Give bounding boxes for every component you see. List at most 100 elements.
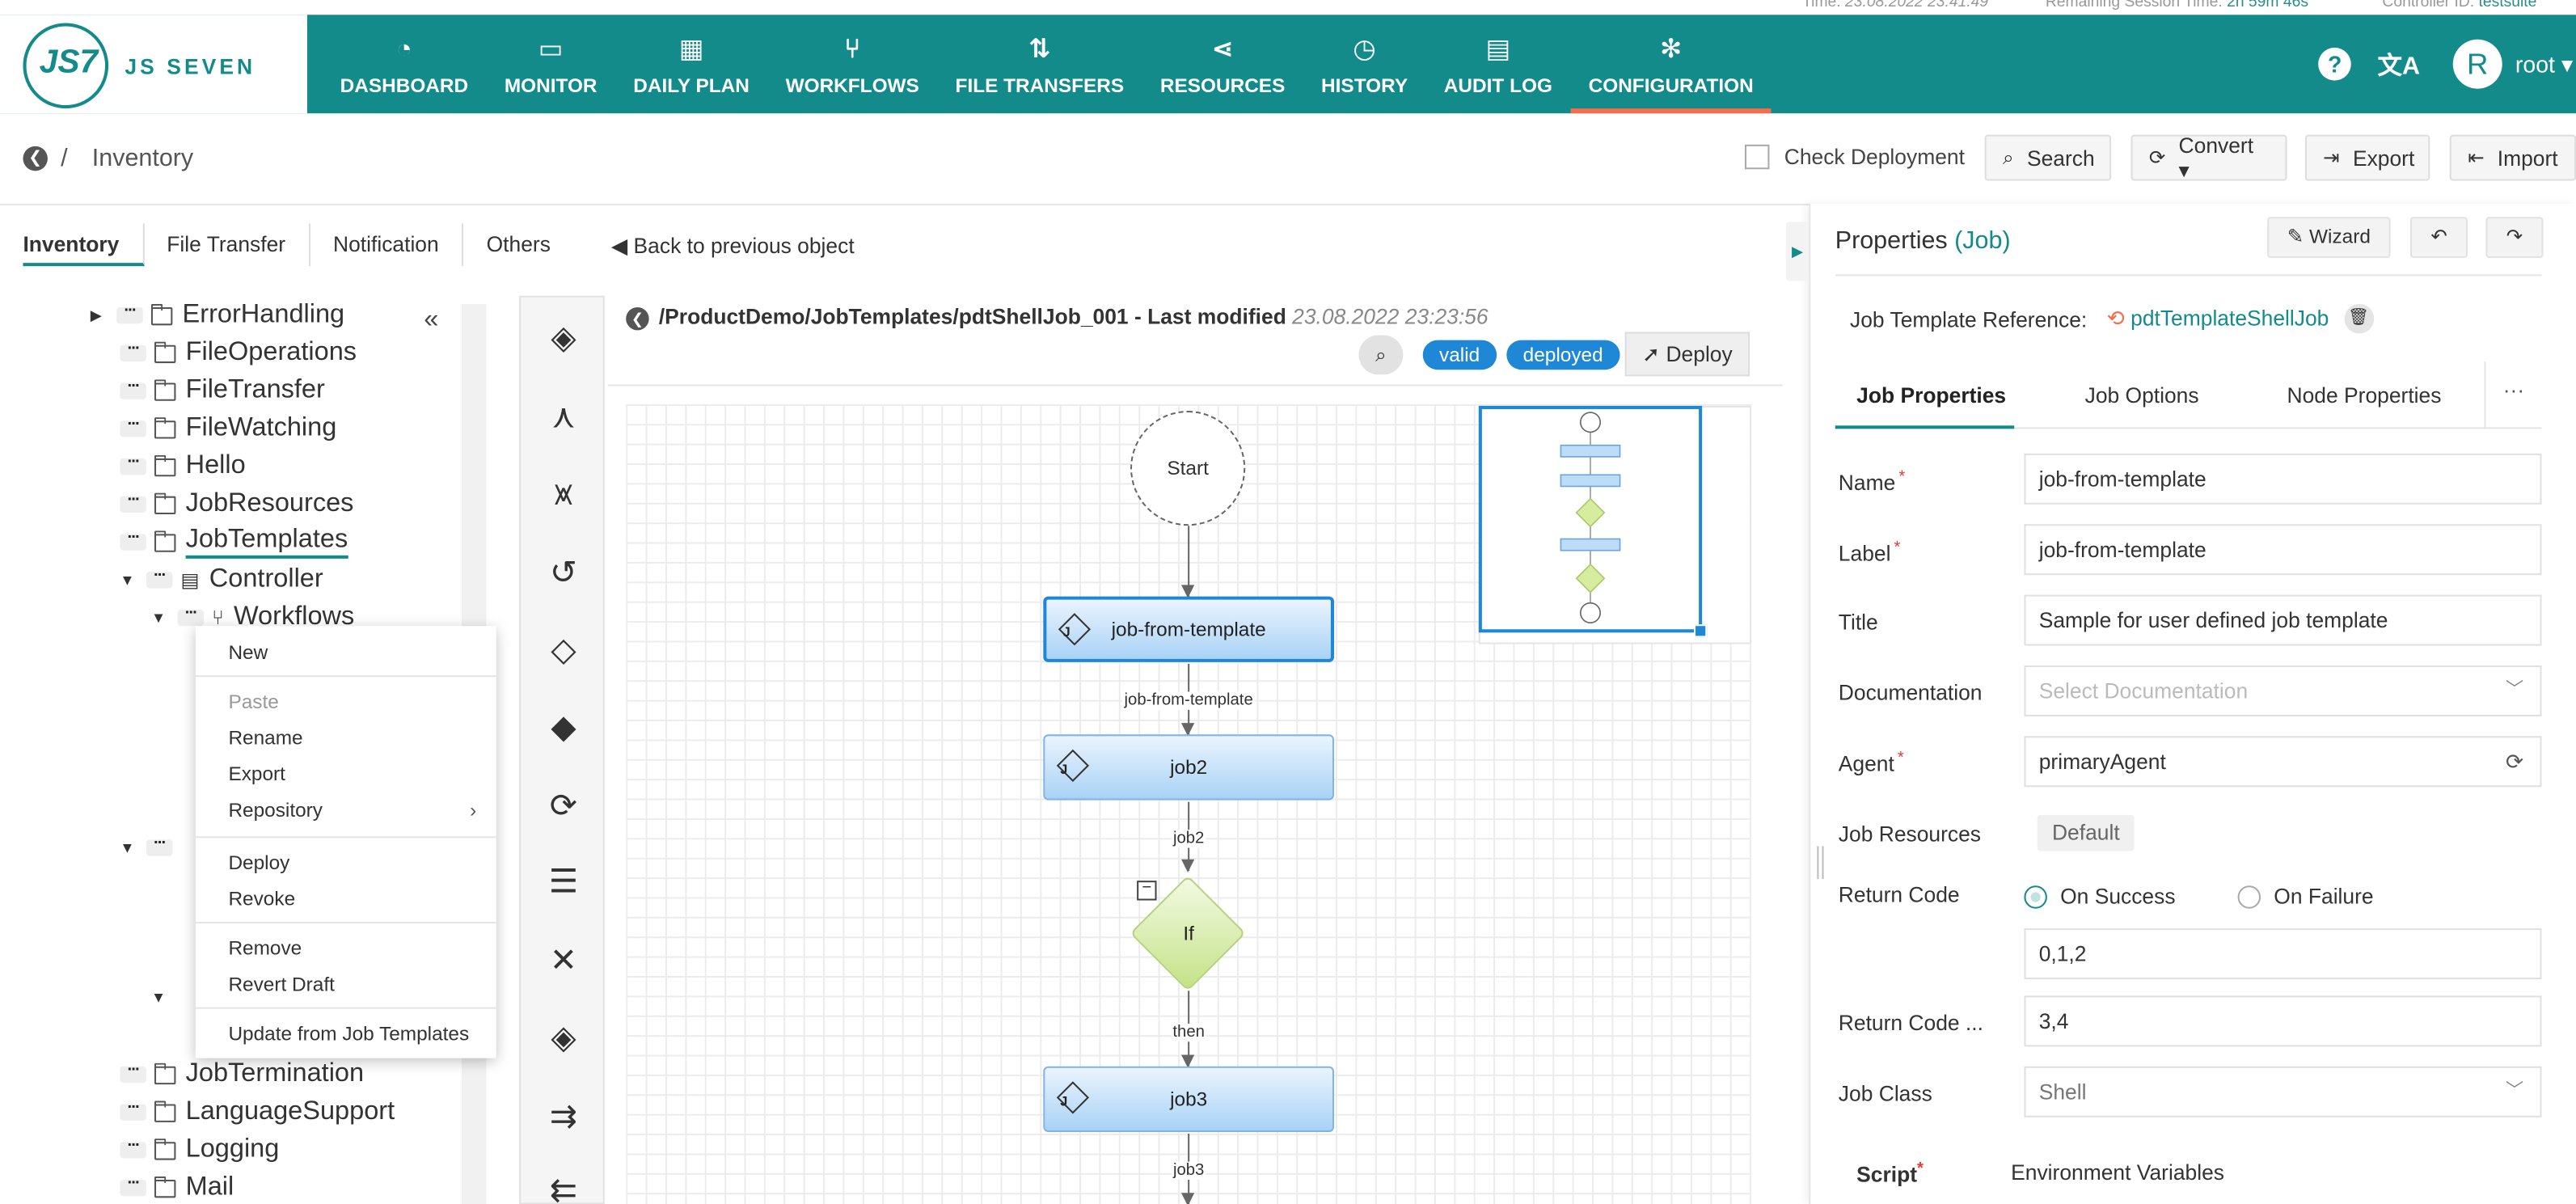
menu-item-revert-draft[interactable]: Revert Draft [228, 973, 334, 995]
expect-notice-icon[interactable]: ⇇ [544, 1170, 584, 1204]
radio-selected[interactable] [2024, 885, 2047, 908]
nav-dashboard[interactable]: ◔ DASHBOARD [322, 15, 486, 113]
minimap-viewport[interactable] [1478, 405, 1703, 633]
back-arrow-icon[interactable]: ❮ [23, 146, 48, 171]
search-button[interactable]: ⌕ Search [1984, 134, 2112, 181]
nav-file-transfers[interactable]: ⇅ FILE TRANSFERS [937, 15, 1142, 113]
menu-item-remove[interactable]: Remove [228, 936, 302, 959]
more-icon[interactable]: ··· [146, 568, 173, 589]
prompt-icon[interactable]: ◈ [544, 1017, 584, 1057]
menu-item-repository[interactable]: Repository [228, 799, 323, 822]
retry-icon[interactable]: ↺ [544, 552, 584, 592]
job-resource-chip[interactable]: Default [2037, 814, 2135, 851]
redo-button[interactable]: ↷ [2485, 217, 2544, 259]
avatar[interactable]: R [2452, 39, 2502, 89]
nav-resources[interactable]: ⋖ RESOURCES [1142, 15, 1303, 113]
tree-item[interactable]: ··· Hello [120, 450, 246, 484]
import-button[interactable]: ⇤ Import [2449, 134, 2576, 181]
tree-item[interactable]: ▶ ··· ErrorHandling [91, 299, 344, 332]
start-node[interactable]: Start [1130, 411, 1246, 526]
collapse-if-icon[interactable]: − [1137, 880, 1157, 901]
job-node[interactable]: job-from-template [1043, 596, 1334, 662]
caret-right-icon[interactable]: ▶ [91, 306, 110, 324]
deploy-button[interactable]: ➚ Deploy [1624, 332, 1750, 377]
agent-field[interactable]: primaryAgent ⟳ [2024, 736, 2542, 788]
label-field[interactable]: job-from-template [2024, 524, 2542, 576]
documentation-select[interactable]: Select Documentation ﹀ [2024, 665, 2542, 716]
collapse-tree-icon[interactable]: « [424, 306, 438, 336]
panel-resize-handle[interactable] [1817, 846, 1824, 880]
tree-item[interactable]: ··· FileWatching [120, 412, 336, 446]
more-icon[interactable]: ··· [120, 530, 146, 551]
tab-node-properties[interactable]: Node Properties [2287, 382, 2442, 407]
check-deployment-checkbox[interactable]: Check Deployment [1744, 144, 1965, 170]
finish-icon[interactable]: ☰ [544, 861, 584, 901]
script-tab[interactable]: Script* [1856, 1160, 1924, 1187]
job-icon[interactable]: ◈ [544, 317, 584, 357]
nav-monitor[interactable]: ▭ MONITOR [486, 15, 614, 113]
collapse-panel-icon[interactable]: ▶ [1785, 222, 1810, 281]
more-icon[interactable]: ··· [120, 1100, 146, 1121]
trash-icon[interactable]: 🗑 [2343, 303, 2374, 334]
nav-workflows[interactable]: ⑂ WORKFLOWS [767, 15, 937, 113]
tree-item[interactable]: ··· JobTermination [120, 1058, 364, 1092]
more-icon[interactable]: ··· [120, 1138, 146, 1159]
minimap-resize-handle[interactable] [1693, 624, 1708, 638]
tab-file-transfer[interactable]: File Transfer [144, 223, 310, 267]
menu-item-update-from-job-templates[interactable]: Update from Job Templates [228, 1022, 469, 1045]
caret-down-icon[interactable]: ▼ [151, 989, 171, 1005]
menu-item-rename[interactable]: Rename [228, 726, 302, 749]
menu-item-new[interactable]: New [228, 640, 268, 663]
tab-job-properties[interactable]: Job Properties [1856, 382, 2006, 407]
translate-icon[interactable]: 文A [2378, 47, 2421, 82]
post-notice-icon[interactable]: ⇉ [544, 1096, 584, 1135]
fork-icon[interactable]: ⋏ [544, 396, 584, 436]
tree-item[interactable]: ··· Mail [120, 1172, 234, 1204]
tree-row-caret[interactable]: ▼ ··· [120, 831, 180, 864]
more-tabs-icon[interactable]: ··· [2484, 361, 2541, 429]
tree-item[interactable]: ▼ ··· ▤ Controller [120, 564, 323, 597]
tab-notification[interactable]: Notification [310, 223, 464, 267]
tab-job-options[interactable]: Job Options [2085, 382, 2199, 407]
more-icon[interactable]: ··· [120, 454, 146, 475]
caret-down-icon[interactable]: ▼ [120, 839, 139, 855]
caret-down-icon[interactable]: ▼ [120, 572, 139, 588]
environment-variables-tab[interactable]: Environment Variables [2011, 1160, 2224, 1185]
return-code-field[interactable]: 0,1,2 [2024, 928, 2542, 980]
lock-instruction-icon[interactable]: ◇ [544, 629, 584, 669]
checkbox-box[interactable] [1744, 144, 1770, 170]
caret-down-icon[interactable]: ▼ [151, 610, 171, 626]
logo[interactable]: JS7 JS SEVEN [0, 15, 307, 114]
nav-history[interactable]: ◷ HISTORY [1303, 15, 1426, 113]
nav-daily-plan[interactable]: ▦ DAILY PLAN [615, 15, 767, 113]
if-icon[interactable]: ◆ [544, 707, 584, 746]
more-icon[interactable]: ··· [120, 492, 146, 513]
job-node[interactable]: job2 [1043, 734, 1334, 801]
more-icon[interactable]: ··· [116, 303, 143, 324]
refresh-icon[interactable]: ⟳ [2506, 737, 2523, 785]
more-icon[interactable]: ··· [120, 1176, 146, 1197]
more-icon[interactable]: ··· [120, 1062, 146, 1084]
title-field[interactable]: Sample for user defined job template [2024, 594, 2542, 646]
tree-item[interactable]: ··· FileOperations [120, 337, 357, 370]
tree-row-caret[interactable]: ▼ [151, 981, 178, 1014]
on-success-radio[interactable]: On Success [2024, 884, 2176, 909]
tab-others[interactable]: Others [463, 223, 573, 266]
more-icon[interactable]: ··· [120, 416, 146, 437]
convert-button[interactable]: ⟳ Convert ▾ [2130, 133, 2287, 182]
tree-item[interactable]: ··· FileTransfer [120, 374, 325, 408]
back-arrow-icon[interactable]: ❮ [626, 306, 649, 331]
undo-button[interactable]: ↶ [2409, 217, 2468, 259]
on-failure-radio[interactable]: On Failure [2237, 884, 2374, 909]
radio-unselected[interactable] [2237, 885, 2261, 908]
more-icon[interactable]: ··· [120, 341, 146, 362]
wizard-button[interactable]: ✎ Wizard [2267, 217, 2391, 259]
back-to-previous-link[interactable]: ◀ Back to previous object [611, 234, 855, 260]
nav-configuration[interactable]: ✻ CONFIGURATION [1570, 15, 1772, 114]
fail-icon[interactable]: ✕ [544, 940, 584, 979]
nav-audit-log[interactable]: ▤ AUDIT LOG [1425, 15, 1570, 113]
join-icon[interactable]: ⩙ [544, 475, 584, 514]
tree-item[interactable]: ··· JobTemplates [120, 526, 348, 559]
job-class-select[interactable]: Shell ﹀ [2024, 1066, 2542, 1117]
tree-item[interactable]: ··· LanguageSupport [120, 1096, 395, 1129]
